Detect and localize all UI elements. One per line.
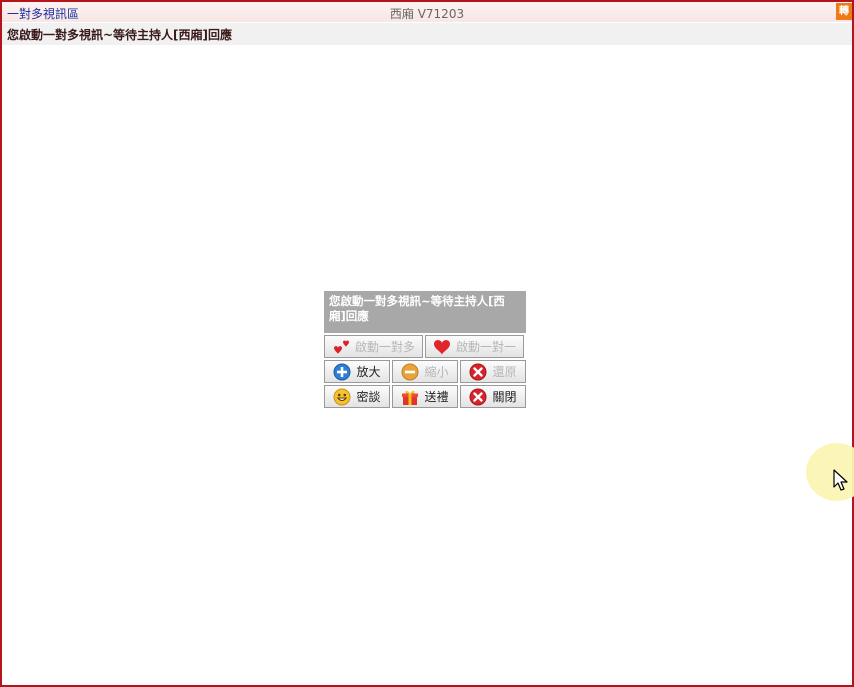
status-bar: 您啟動一對多視訊~等待主持人[西廂]回應 — [2, 23, 852, 45]
status-message: 您啟動一對多視訊~等待主持人[西廂]回應 — [7, 28, 233, 42]
minus-circle-icon — [401, 363, 419, 380]
zoom-out-label: 縮小 — [424, 365, 449, 379]
zoom-in-button[interactable]: 放大 — [324, 360, 390, 383]
heart-icon — [433, 339, 450, 355]
restore-button[interactable]: 還原 — [460, 360, 526, 383]
view-row: 放大 縮小 還原 — [324, 360, 526, 383]
private-chat-button[interactable]: 密談 — [324, 385, 390, 408]
zoom-in-label: 放大 — [356, 365, 381, 379]
start-one-to-one-button[interactable]: 啟動一對一 — [425, 335, 524, 358]
send-gift-button[interactable]: 送禮 — [392, 385, 458, 408]
close-button[interactable]: 關閉 — [460, 385, 526, 408]
restore-label: 還原 — [492, 365, 517, 379]
zoom-out-button[interactable]: 縮小 — [392, 360, 458, 383]
mouse-pointer-icon — [833, 469, 848, 491]
start-one-to-one-label: 啟動一對一 — [455, 340, 516, 354]
start-one-to-many-button[interactable]: 啟動一對多 — [324, 335, 423, 358]
room-version-title: 西廂 V71203 — [389, 7, 465, 21]
title-bar: 一對多視訊區 西廂 V71203 轉 — [2, 2, 852, 22]
gift-icon — [402, 390, 419, 405]
switch-button[interactable]: 轉 — [836, 3, 852, 20]
panel-status-message: 您啟動一對多視訊~等待主持人[西廂]回應 — [324, 291, 526, 333]
private-chat-label: 密談 — [356, 390, 381, 404]
plus-circle-icon — [333, 363, 351, 380]
small-hearts-icon — [333, 340, 349, 354]
start-row: 啟動一對多 啟動一對一 — [324, 335, 526, 358]
send-gift-label: 送禮 — [424, 390, 449, 404]
close-label: 關閉 — [492, 390, 517, 404]
action-row: 密談 送禮 關閉 — [324, 385, 526, 408]
start-one-to-many-label: 啟動一對多 — [354, 340, 415, 354]
video-control-panel: 您啟動一對多視訊~等待主持人[西廂]回應 啟動一對多 啟動一對一 放大 縮小 還… — [324, 291, 526, 408]
x-circle-icon — [469, 388, 487, 405]
smiley-icon — [333, 388, 351, 405]
x-circle-icon — [469, 363, 487, 380]
